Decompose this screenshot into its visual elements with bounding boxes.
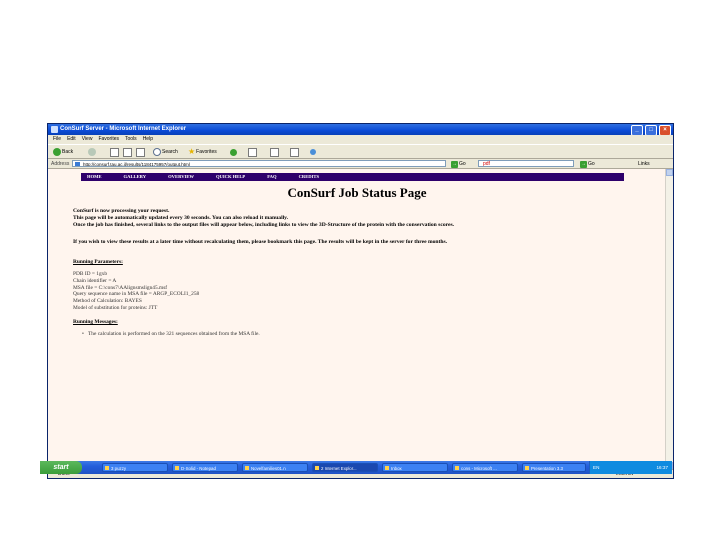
ie-icon — [51, 126, 58, 133]
task-button[interactable]: cons - Microsoft ... — [452, 463, 518, 472]
site-nav: HOME GALLERY OVERVIEW QUICK HELP FAQ CRE… — [81, 173, 624, 181]
address-input[interactable]: http://consurf.tau.ac.il/results/1184175… — [72, 160, 446, 167]
param-line: Chain identifier = A — [73, 277, 117, 284]
app-icon — [385, 466, 389, 470]
menu-edit[interactable]: Edit — [67, 135, 76, 144]
param-line: Method of Calculation: BAYES — [73, 298, 142, 305]
nav-gallery[interactable]: GALLERY — [124, 173, 147, 181]
mail-icon — [248, 147, 257, 157]
back-arrow-icon — [53, 148, 61, 156]
scroll-up-arrow-icon[interactable] — [666, 169, 673, 176]
star-icon: ★ — [188, 147, 196, 156]
title-bar: ConSurf Server - Microsoft Internet Expl… — [48, 124, 673, 136]
address-bar: Address http://consurf.tau.ac.il/results… — [48, 159, 673, 169]
go-arrow-icon: → — [451, 160, 458, 168]
vertical-scrollbar[interactable] — [665, 169, 673, 469]
history-button[interactable] — [230, 148, 237, 156]
mail-button[interactable] — [248, 147, 257, 157]
task-button[interactable]: Presentation 3.3 — [522, 463, 586, 472]
history-icon — [230, 148, 237, 156]
task-button[interactable]: Inbox — [382, 463, 448, 472]
page-title: ConSurf Job Status Page — [287, 185, 427, 200]
links-button[interactable]: Links — [638, 160, 650, 168]
forward-button[interactable] — [88, 148, 96, 156]
messenger-icon — [310, 149, 316, 155]
status-line: ConSurf is now processing your request. — [73, 208, 170, 214]
param-line: PDB ID = 1gxb — [73, 271, 108, 277]
page-content: HOME GALLERY OVERVIEW QUICK HELP FAQ CRE… — [48, 169, 666, 469]
browser-window: ConSurf Server - Microsoft Internet Expl… — [47, 123, 674, 479]
refresh-button[interactable] — [123, 147, 132, 157]
message-item: The calculation is performed on the 321 … — [82, 331, 260, 337]
status-line: This page will be automatically updated … — [73, 215, 289, 221]
task-button-active[interactable]: 2 Internet Explor... — [312, 463, 378, 472]
search-button[interactable]: Search — [153, 148, 178, 156]
favorites-button[interactable]: ★ Favorites — [188, 148, 217, 156]
app-icon — [525, 466, 529, 470]
page-icon — [75, 162, 80, 166]
menu-favorites[interactable]: Favorites — [98, 135, 119, 144]
app-icon — [105, 466, 109, 470]
stop-button[interactable] — [110, 147, 119, 157]
search-icon — [153, 148, 161, 156]
go-button[interactable]: → Go — [451, 160, 466, 168]
standard-toolbar: Back Search ★ Favorites — [48, 144, 673, 159]
print-icon — [270, 147, 279, 157]
menu-tools[interactable]: Tools — [125, 135, 137, 144]
app-icon — [175, 466, 179, 470]
home-button[interactable] — [136, 147, 145, 157]
nav-quick-help[interactable]: QUICK HELP — [216, 173, 245, 181]
edit-icon — [290, 147, 299, 157]
app-icon — [455, 466, 459, 470]
app-icon — [245, 466, 249, 470]
app-icon — [315, 466, 319, 470]
forward-arrow-icon — [88, 148, 96, 156]
params-heading: Running Parameters: — [73, 259, 123, 265]
address-url: http://consurf.tau.ac.il/results/1184175… — [83, 162, 190, 167]
start-button[interactable]: start — [40, 461, 82, 474]
nav-credits[interactable]: CREDITS — [299, 173, 319, 181]
window-title: ConSurf Server - Microsoft Internet Expl… — [60, 126, 187, 132]
messenger-button[interactable] — [310, 148, 316, 156]
home-icon — [136, 147, 145, 157]
go-arrow-icon-2: → — [580, 160, 587, 168]
search-go-button[interactable]: → Go — [580, 160, 595, 168]
toolbar-search-input[interactable]: pdf — [478, 160, 574, 167]
clock: 16:37 — [656, 465, 669, 470]
nav-overview[interactable]: OVERVIEW — [168, 173, 194, 181]
bookmark-note: If you wish to view these results at a l… — [73, 239, 448, 245]
edit-button[interactable] — [290, 147, 299, 157]
address-label: Address — [51, 161, 70, 167]
param-line: Model of substitution for proteins: JTT — [73, 304, 158, 311]
menu-help[interactable]: Help — [143, 135, 153, 144]
menu-bar: File Edit View Favorites Tools Help — [48, 135, 673, 144]
task-button[interactable]: 3 puzzy — [102, 463, 168, 472]
print-button[interactable] — [270, 147, 279, 157]
system-tray: EN 16:37 — [589, 461, 672, 474]
back-button[interactable]: Back — [53, 148, 73, 156]
refresh-icon — [123, 147, 132, 157]
nav-faq[interactable]: FAQ — [267, 173, 276, 181]
language-indicator[interactable]: EN — [593, 461, 599, 474]
task-button[interactable]: D-Solid - Notepad — [172, 463, 238, 472]
task-button[interactable]: Novelfamilies01.n — [242, 463, 308, 472]
taskbar: start 3 puzzy D-Solid - Notepad Novelfam… — [40, 461, 672, 474]
messages-heading: Running Messages: — [73, 319, 118, 325]
nav-home[interactable]: HOME — [87, 173, 102, 181]
stop-icon — [110, 147, 119, 157]
status-line: Once the job has finished, several links… — [73, 222, 455, 228]
menu-file[interactable]: File — [53, 135, 61, 144]
window-controls: _ □ × — [631, 125, 671, 136]
menu-view[interactable]: View — [82, 135, 93, 144]
params-list: PDB ID = 1gxb Chain identifier = A MSA f… — [73, 271, 199, 312]
